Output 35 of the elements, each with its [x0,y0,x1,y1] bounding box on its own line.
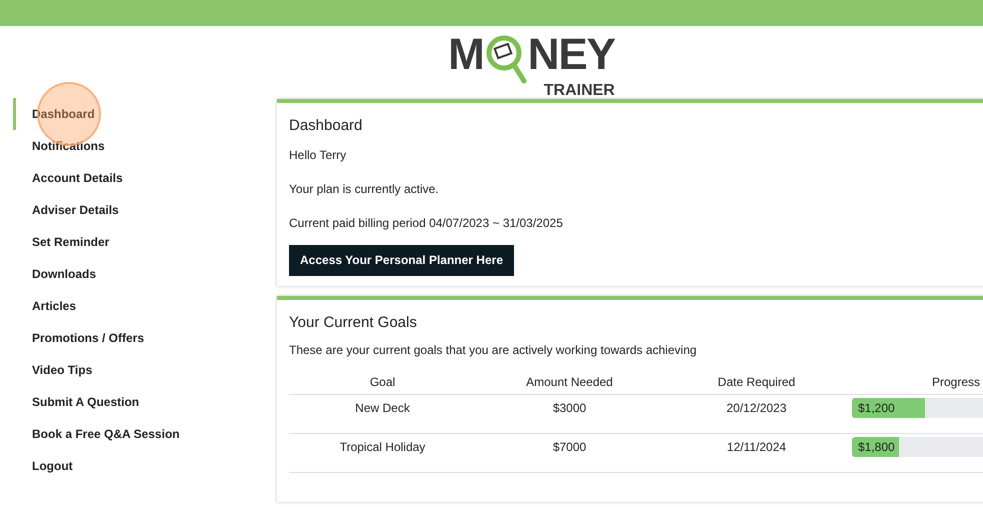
table-cell-text: $7000 [552,438,588,456]
sidebar-item[interactable]: Book a Free Q&A Session [13,418,277,450]
billing-period-text: Current paid billing period 04/07/2023 ~ 31/03/2025 [289,214,564,232]
sidebar-item[interactable]: Articles [13,290,277,322]
plan-status-text: Your plan is currently active. [289,180,440,198]
sidebar-item[interactable]: Set Reminder [13,226,277,258]
sidebar-item[interactable]: Promotions / Offers [13,322,277,354]
goals-description: These are your current goals that you are actively working towards achieving [289,342,698,358]
table-cell-text: New Deck [354,400,411,416]
progress-amount: $1,200 [857,400,895,416]
sidebar-item[interactable]: Submit A Question [13,386,277,418]
sidebar-item[interactable]: Dashboard [13,98,277,130]
table-cell-text: 20/12/2023 [725,400,788,416]
sidebar-item[interactable]: Downloads [13,258,277,290]
card-title: Your Current Goals [289,313,418,333]
logo-tagline: TRAINER [544,83,615,99]
table-cell-text: $3000 [552,400,588,416]
sidebar-item[interactable]: Adviser Details [13,194,277,226]
table-cell-text: Tropical Holiday [338,438,426,456]
column-header: Progress [930,374,982,391]
sidebar-item[interactable]: Account Details [13,162,277,194]
logo-text: M [448,35,484,75]
column-header: Goal [368,374,396,391]
sidebar-item[interactable]: Notifications [13,130,277,162]
sidebar-item[interactable]: Video Tips [13,354,277,386]
table-cell-text: 12/11/2024 [726,438,788,456]
column-header: Amount Needed [525,374,614,391]
card-title: Dashboard [289,116,364,136]
column-header: Date Required [716,374,796,391]
logo-text: NEY [528,35,615,75]
progress-amount: $1,800 [857,438,895,456]
greeting-text: Hello Terry [289,146,348,164]
sidebar-item[interactable]: Logout [13,450,277,482]
planner-button[interactable]: Access Your Personal Planner Here [289,244,514,276]
magnifier-icon [484,35,528,85]
